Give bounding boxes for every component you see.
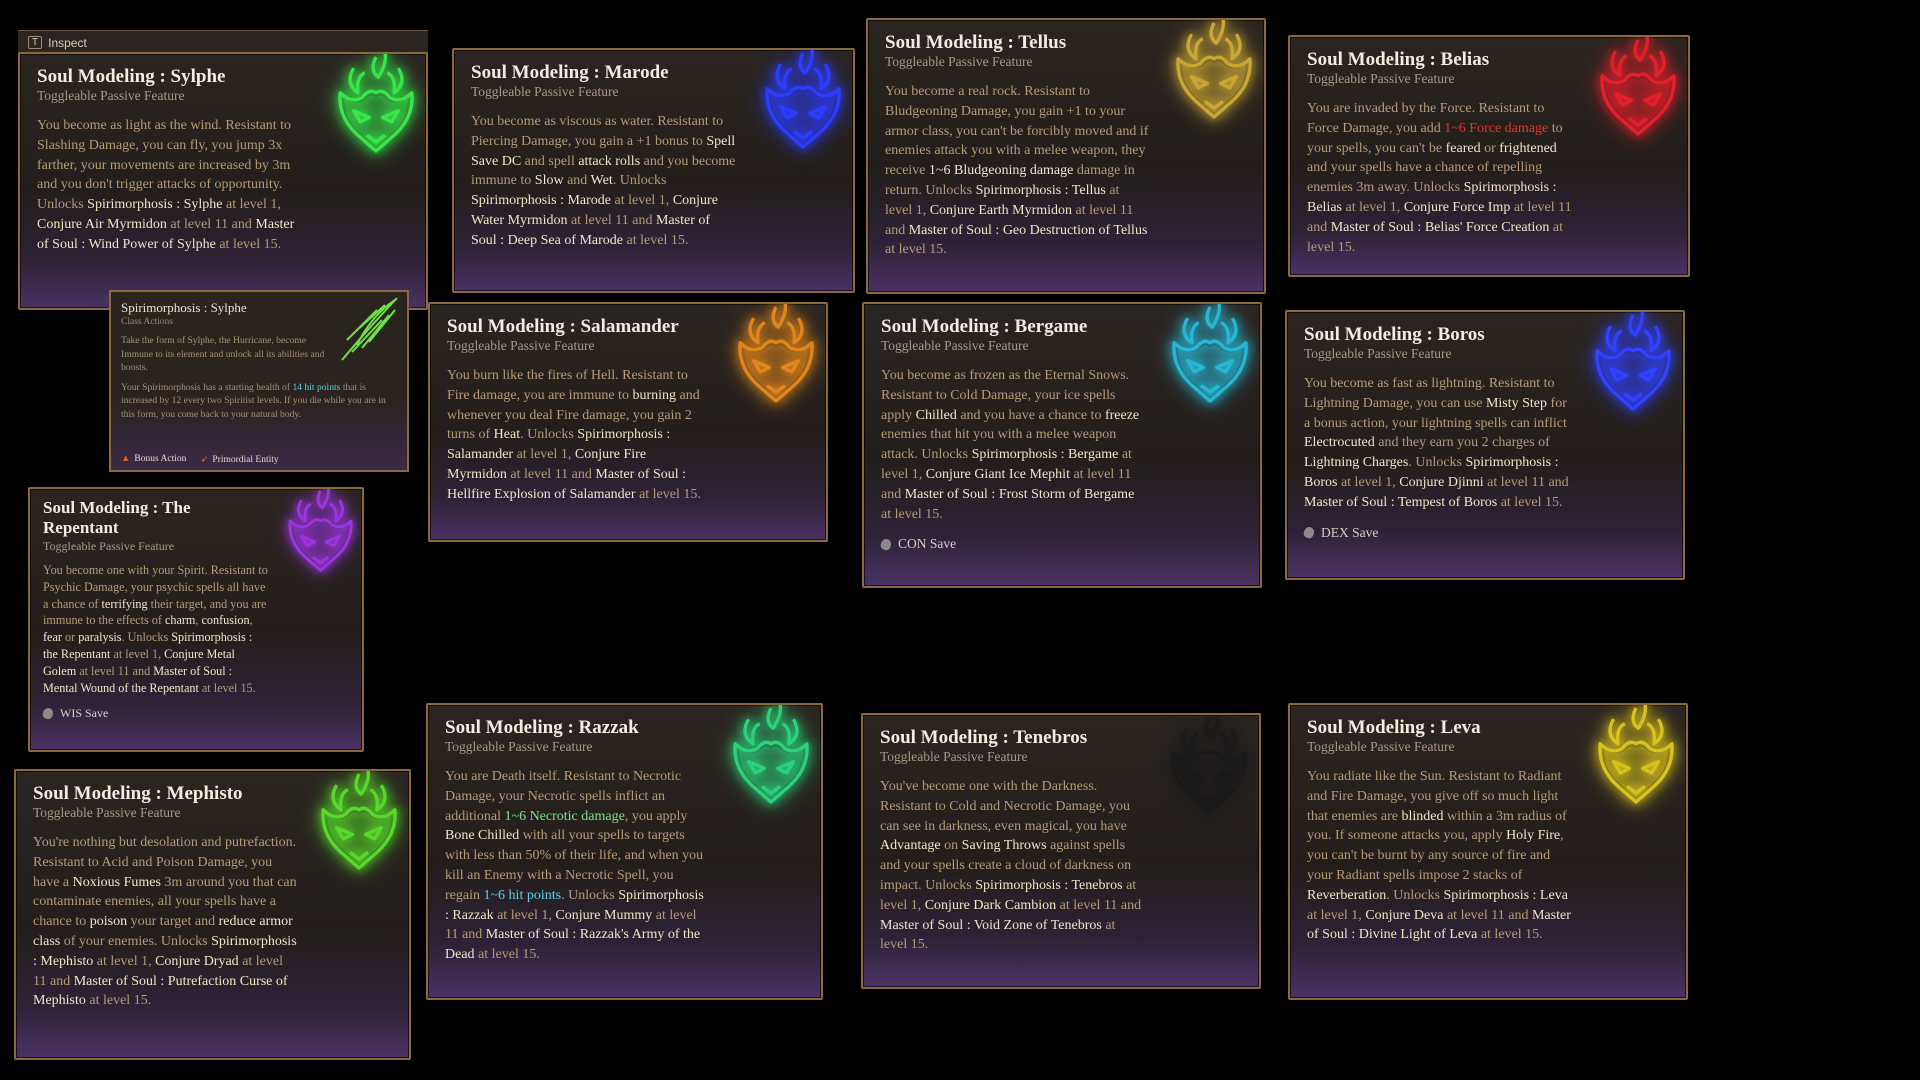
card-title: Soul Modeling : Leva [1307,717,1481,738]
card-title: Soul Modeling : Sylphe [37,66,226,87]
card-description: You become a real rock. Resistant to Blu… [885,84,1149,258]
inspect-key: T [28,36,43,49]
card-mephisto: Soul Modeling : Mephisto Toggleable Pass… [14,769,411,1060]
card-title: Soul Modeling : Belias [1307,49,1490,70]
card-title: Soul Modeling : Mephisto [33,783,243,804]
inspect-bar[interactable]: T Inspect [18,30,428,54]
card-description: You're nothing but desolation and putref… [33,835,297,1009]
card-subtitle: Toggleable Passive Feature [880,749,1028,764]
card-subtitle: Toggleable Passive Feature [33,805,181,820]
tooltip-health: Your Spirimorphosis has a starting healt… [121,381,386,420]
card-subtitle: Toggleable Passive Feature [43,539,175,553]
card-title: Soul Modeling : Marode [471,62,669,83]
card-title: Soul Modeling : Razzak [445,717,639,738]
card-razzak: Soul Modeling : Razzak Toggleable Passiv… [426,703,823,1000]
tag-primordial-entity: ➶ Primordial Entity [200,455,279,465]
card-description: You become as viscous as water. Resistan… [471,114,736,248]
card-description: You become one with your Spirit. Resista… [43,563,268,695]
card-bergame: Soul Modeling : Bergame Toggleable Passi… [862,302,1262,588]
card-title: Soul Modeling : Bergame [881,316,1088,337]
card-title: Soul Modeling : Tellus [885,32,1067,53]
save-icon [879,537,893,552]
card-description: You've become one with the Darkness. Res… [880,779,1142,953]
saving-throw: DEX Save [1302,525,1667,541]
card-description: You become as frozen as the Eternal Snow… [881,368,1140,522]
card-salamander: Soul Modeling : Salamander Toggleable Pa… [428,302,828,542]
card-description: You are Death itself. Resistant to Necro… [445,769,704,963]
feather-small-icon: ➶ [200,455,209,465]
card-subtitle: Toggleable Passive Feature [885,54,1033,69]
card-subtitle: Toggleable Passive Feature [445,739,593,754]
card-boros: Soul Modeling : Boros Toggleable Passive… [1285,310,1685,580]
card-subtitle: Toggleable Passive Feature [1307,71,1455,86]
tag-bonus-action: ▲ Bonus Action [121,454,187,464]
save-icon [1302,525,1316,540]
save-icon [41,706,55,721]
card-subtitle: Toggleable Passive Feature [447,338,595,353]
card-subtitle: Toggleable Passive Feature [1304,346,1452,361]
triangle-icon: ▲ [121,454,131,464]
inspect-label: Inspect [48,35,87,50]
card-repentant: Soul Modeling : The Repentant Toggleable… [28,487,364,752]
card-description: You radiate like the Sun. Resistant to R… [1307,769,1571,943]
card-description: You are invaded by the Force. Resistant … [1307,101,1572,255]
card-subtitle: Toggleable Passive Feature [1307,739,1455,754]
saving-throw: CON Save [879,536,1244,552]
card-description: You burn like the fires of Hell. Resista… [447,368,701,502]
card-title: Soul Modeling : Boros [1304,324,1485,345]
card-subtitle: Toggleable Passive Feature [881,338,1029,353]
card-title: Soul Modeling : The Repentant [43,498,191,537]
repentant-emblem-icon [273,489,362,578]
card-marode: Soul Modeling : Marode Toggleable Passiv… [452,48,855,293]
card-subtitle: Toggleable Passive Feature [37,88,185,103]
feather-icon [327,292,407,370]
card-title: Soul Modeling : Salamander [447,316,679,337]
card-title: Soul Modeling : Tenebros [880,727,1088,748]
card-sylphe: Soul Modeling : Sylphe Toggleable Passiv… [18,52,428,310]
tooltip-spirimorphosis-sylphe: Spirimorphosis : Sylphe Class Actions Ta… [109,290,409,472]
card-description: You become as light as the wind. Resista… [37,118,295,252]
card-tellus: Soul Modeling : Tellus Toggleable Passiv… [866,18,1266,294]
card-leva: Soul Modeling : Leva Toggleable Passive … [1288,703,1688,1000]
card-description: You become as fast as lightning. Resista… [1304,376,1569,510]
card-subtitle: Toggleable Passive Feature [471,84,619,99]
saving-throw: WIS Save [41,706,350,721]
tooltip-desc: Take the form of Sylphe, the Hurricane, … [121,335,325,373]
card-tenebros: Soul Modeling : Tenebros Toggleable Pass… [861,713,1261,989]
card-belias: Soul Modeling : Belias Toggleable Passiv… [1288,35,1690,277]
